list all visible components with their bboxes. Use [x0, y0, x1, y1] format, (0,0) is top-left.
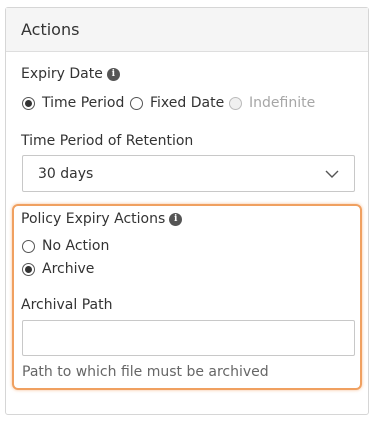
radio-no-action[interactable]: No Action — [22, 238, 109, 254]
policy-expiry-label-row: Policy Expiry Actions i — [21, 211, 183, 227]
panel-title: Actions — [21, 20, 80, 39]
archival-path-label-row: Archival Path — [21, 297, 112, 313]
retention-select[interactable]: 30 days — [22, 155, 355, 192]
retention-label-row: Time Period of Retention — [21, 133, 193, 149]
archival-path-label: Archival Path — [21, 297, 113, 313]
radio-button[interactable] — [22, 239, 35, 253]
radio-label: Fixed Date — [150, 95, 225, 111]
info-icon[interactable]: i — [169, 212, 183, 226]
expiry-date-label: Expiry Date — [21, 66, 103, 82]
info-icon[interactable]: i — [106, 67, 120, 81]
radio-fixed-date[interactable]: Fixed Date — [130, 95, 224, 111]
radio-button[interactable] — [130, 96, 143, 110]
radio-label: Archive — [42, 261, 95, 277]
retention-selected-value: 30 days — [38, 165, 94, 182]
chevron-down-icon — [325, 170, 339, 178]
radio-button — [229, 96, 242, 110]
panel-header: Actions — [6, 8, 368, 52]
policy-expiry-label: Policy Expiry Actions — [21, 211, 166, 227]
radio-archive[interactable]: Archive — [22, 261, 94, 277]
retention-label: Time Period of Retention — [21, 133, 194, 149]
radio-button[interactable] — [22, 96, 35, 110]
radio-time-period[interactable]: Time Period — [22, 95, 124, 111]
archival-path-input[interactable] — [22, 320, 355, 356]
expiry-date-label-row: Expiry Date i — [21, 66, 120, 82]
radio-label: Indefinite — [249, 95, 316, 111]
archival-path-help-text: Path to which file must be archived — [22, 364, 269, 380]
radio-label: No Action — [42, 238, 110, 254]
radio-label: Time Period — [42, 95, 125, 111]
radio-indefinite: Indefinite — [229, 95, 315, 111]
radio-button[interactable] — [22, 262, 35, 276]
